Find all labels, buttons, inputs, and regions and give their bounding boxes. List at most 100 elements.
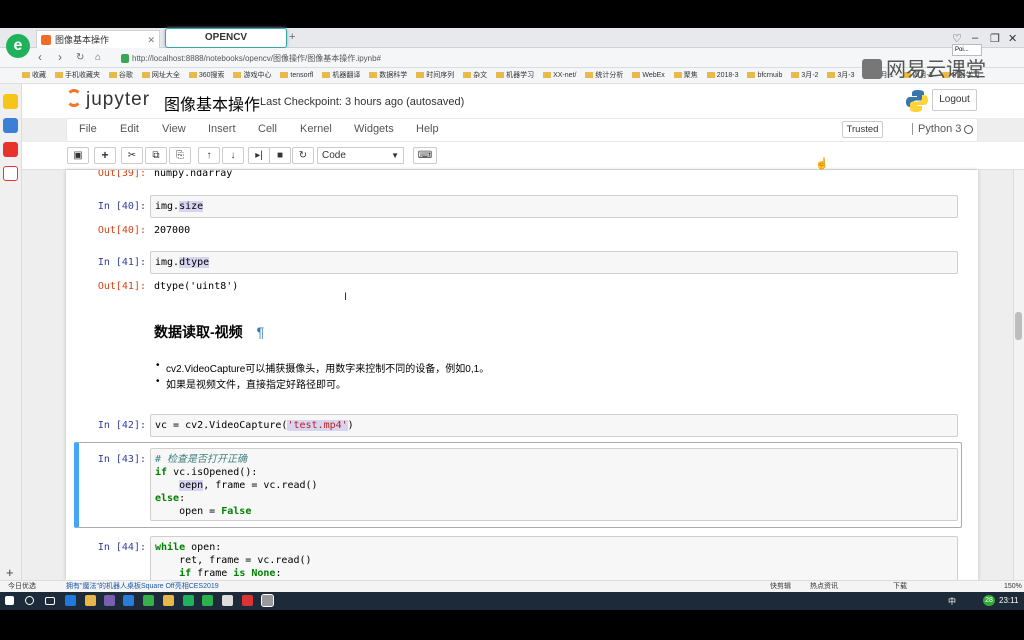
code-cell-input[interactable]: # 检查是否打开正确 if vc.isOpened(): oepn, frame…: [150, 448, 958, 521]
window-minimize-icon[interactable]: –: [972, 32, 978, 44]
bookmark-item[interactable]: 手机收藏夹: [54, 68, 100, 83]
bookmark-item[interactable]: 统计分析: [585, 68, 623, 83]
kernel-name: Python 3: [912, 123, 961, 135]
code-text: :: [275, 568, 282, 579]
anchor-link-icon[interactable]: ¶: [257, 324, 265, 340]
bookmark-item[interactable]: 谷歌: [108, 68, 133, 83]
bookmark-item[interactable]: XX-net/: [543, 68, 576, 83]
tab-opencv[interactable]: OPENCV: [165, 28, 287, 48]
ime-indicator[interactable]: 中: [948, 596, 956, 607]
cell-type-select[interactable]: Code ▼: [317, 147, 404, 164]
run-icon[interactable]: ▸|: [248, 147, 270, 164]
bookmark-item[interactable]: 3月-3: [827, 68, 855, 83]
app-icon[interactable]: [123, 595, 134, 606]
bookmark-item[interactable]: 2018-3: [706, 68, 739, 83]
tab-notebook[interactable]: 图像基本操作 ✕: [36, 30, 160, 48]
recorder-icon[interactable]: [242, 595, 253, 606]
tab-close-icon[interactable]: ✕: [147, 31, 155, 49]
paste-icon[interactable]: ⎘: [169, 147, 191, 164]
code-cell-input[interactable]: vc = cv2.VideoCapture('test.mp4'): [150, 414, 958, 437]
menu-file[interactable]: File: [79, 123, 97, 135]
cortana-icon[interactable]: [25, 596, 34, 605]
notes-icon[interactable]: [3, 118, 18, 133]
jupyter-favicon-icon: [41, 35, 51, 45]
move-up-icon[interactable]: ↑: [198, 147, 220, 164]
logout-button[interactable]: Logout: [932, 89, 977, 111]
mouse-pointer-icon: ☝: [815, 158, 829, 170]
bookmark-item[interactable]: 机器翻译: [322, 68, 360, 83]
menu-edit[interactable]: Edit: [120, 123, 139, 135]
app-icon[interactable]: [222, 595, 233, 606]
bookmark-item[interactable]: 数据科学: [369, 68, 407, 83]
code-string: 'test.mp4': [287, 420, 348, 431]
bookmark-item[interactable]: 3月-2: [791, 68, 818, 83]
forward-icon[interactable]: ›: [58, 50, 62, 64]
menu-insert[interactable]: Insert: [208, 123, 236, 135]
save-icon[interactable]: ▣: [67, 147, 89, 164]
task-view-icon[interactable]: [45, 597, 55, 605]
new-tab-icon[interactable]: +: [289, 31, 295, 43]
side-add-icon[interactable]: +: [6, 565, 14, 580]
keyboard-icon[interactable]: ⌨: [413, 147, 437, 164]
code-cell-input[interactable]: img.size: [150, 195, 958, 218]
favorites-star-icon[interactable]: [3, 94, 18, 109]
bookmark-item[interactable]: 机器学习: [496, 68, 534, 83]
trusted-indicator[interactable]: Trusted: [842, 121, 883, 138]
app-icon[interactable]: [202, 595, 213, 606]
code-keyword: False: [221, 506, 252, 517]
app-icon[interactable]: [183, 595, 194, 606]
reload-icon[interactable]: ↻: [76, 52, 84, 63]
bookmark-item[interactable]: 360搜索: [188, 68, 225, 83]
app-icon[interactable]: [104, 595, 115, 606]
code-text: img.: [155, 201, 180, 212]
promo-keyword-badge[interactable]: 3D大片: [0, 0, 52, 24]
jupyter-logo[interactable]: jupyter: [66, 89, 150, 111]
window-restore-icon[interactable]: ❐: [990, 32, 1000, 45]
bookmark-item[interactable]: 聚焦: [673, 68, 698, 83]
menu-kernel[interactable]: Kernel: [300, 123, 332, 135]
system-clock[interactable]: 23:11: [999, 596, 1018, 605]
code-text: ): [347, 420, 354, 431]
bookmark-item[interactable]: 收藏: [22, 68, 46, 83]
notification-badge[interactable]: 28: [983, 595, 995, 606]
out-prompt: Out[39]:: [97, 170, 146, 179]
code-cell-input[interactable]: img.dtype: [150, 251, 958, 274]
stop-icon[interactable]: ■: [269, 147, 291, 164]
back-icon[interactable]: ‹: [38, 50, 42, 64]
menu-view[interactable]: View: [162, 123, 186, 135]
explorer-icon[interactable]: [85, 595, 96, 606]
app-icon[interactable]: [261, 594, 274, 607]
notebook-name[interactable]: 图像基本操作: [164, 91, 260, 115]
browser-360-icon[interactable]: [143, 595, 154, 606]
cut-icon[interactable]: ✂: [121, 147, 143, 164]
code-cell-input[interactable]: while open: ret, frame = vc.read() if fr…: [150, 536, 958, 580]
bookmark-item[interactable]: bfcrnuib: [747, 68, 782, 83]
bookmark-item[interactable]: tensorfl: [280, 68, 313, 83]
window-close-icon[interactable]: ✕: [1008, 32, 1017, 45]
code-text: open:: [185, 542, 222, 553]
bookmark-item[interactable]: 网址大全: [141, 68, 180, 83]
bookmark-item[interactable]: 游戏中心: [233, 68, 271, 83]
edge-icon[interactable]: [65, 595, 76, 606]
browser-logo-icon[interactable]: e: [6, 34, 30, 58]
windows-start-icon[interactable]: [5, 596, 14, 605]
bookmark-item[interactable]: WebEx: [632, 68, 665, 83]
scrollbar-thumb[interactable]: [1015, 312, 1022, 340]
restart-icon[interactable]: ↻: [292, 147, 314, 164]
url-input[interactable]: http://localhost:8888/notebooks/opencv/图…: [118, 51, 758, 66]
home-icon[interactable]: ⌂: [95, 52, 101, 63]
bookmark-item[interactable]: 杂文: [463, 68, 487, 83]
menu-widgets[interactable]: Widgets: [354, 123, 394, 135]
menu-cell[interactable]: Cell: [258, 123, 277, 135]
tab-notebook-label: 图像基本操作: [55, 35, 110, 45]
move-down-icon[interactable]: ↓: [222, 147, 244, 164]
folder-icon[interactable]: [163, 595, 174, 606]
target-icon[interactable]: [3, 166, 18, 181]
weibo-icon[interactable]: [3, 142, 18, 157]
menu-help[interactable]: Help: [416, 123, 439, 135]
page-scrollbar[interactable]: [1013, 170, 1024, 580]
copy-icon[interactable]: ⧉: [145, 147, 167, 164]
insert-cell-icon[interactable]: +: [94, 147, 116, 164]
bookmark-item[interactable]: 时间序列: [416, 68, 454, 83]
